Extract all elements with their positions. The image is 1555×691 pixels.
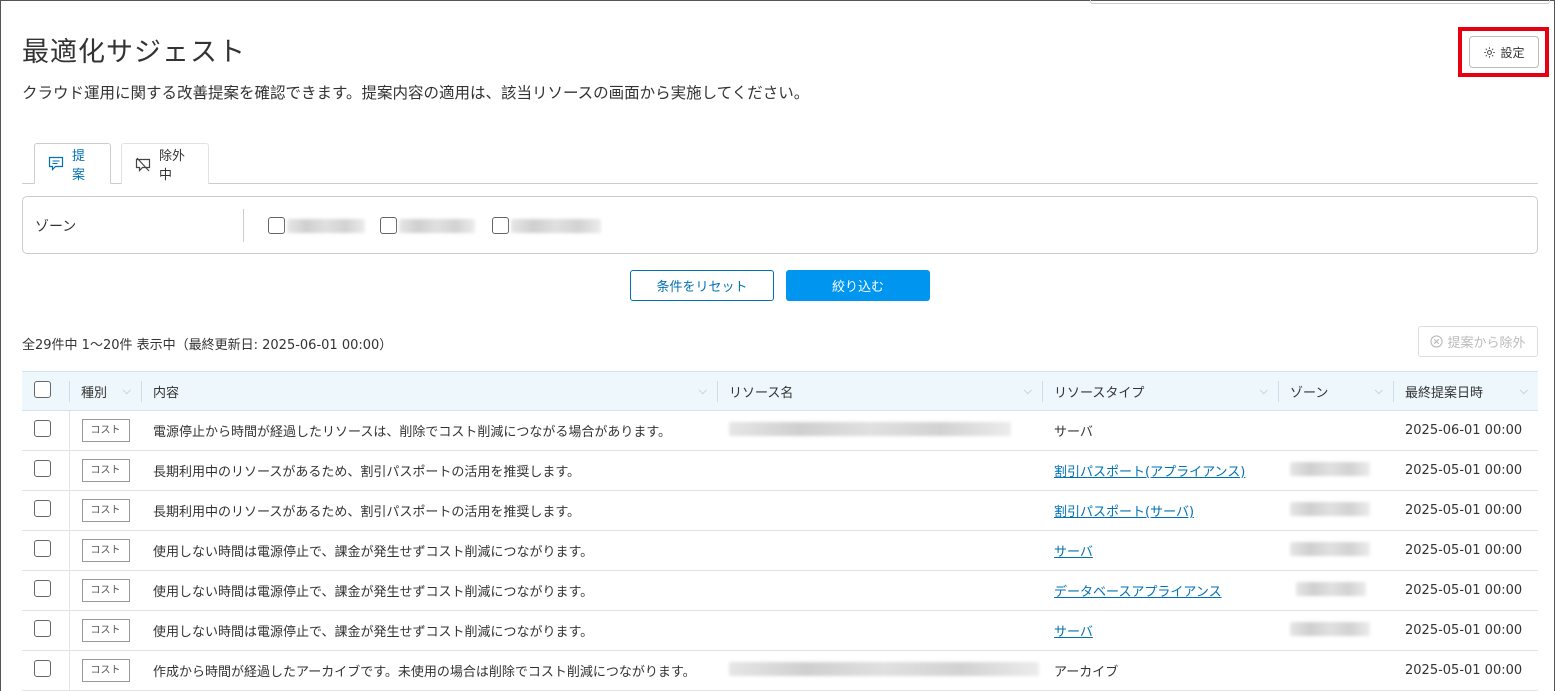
content-cell: 使用しない時間は電源停止で、課金が発生せずコスト削減につながります。 bbox=[153, 545, 594, 560]
redacted-zone-name bbox=[511, 218, 601, 233]
page-description: クラウド運用に関する改善提案を確認できます。提案内容の適用は、該当リソースの画面… bbox=[22, 84, 810, 102]
settings-label: 設定 bbox=[1500, 45, 1525, 60]
row-checkbox[interactable] bbox=[34, 540, 51, 557]
suggestions-table: 種別 ⌵ 内容 ⌵ リソース名 ⌵ リソースタイプ ⌵ ゾーン ⌵ 最終提案日時 ⌵ コスト… bbox=[22, 371, 1538, 691]
column-header-content[interactable]: 内容 ⌵ bbox=[141, 371, 717, 411]
filter-divider bbox=[243, 209, 244, 242]
redacted-zone bbox=[1290, 541, 1370, 556]
zone-option[interactable] bbox=[492, 217, 601, 234]
date-cell: 2025-05-01 00:00 bbox=[1405, 463, 1523, 478]
resource-type-link[interactable]: サーバ bbox=[1054, 625, 1093, 640]
redacted-zone bbox=[1290, 501, 1370, 516]
redacted-zone-name bbox=[399, 218, 475, 233]
row-checkbox[interactable] bbox=[34, 660, 51, 677]
chevron-down-icon: ⌵ bbox=[698, 384, 707, 397]
resource-type-cell: アーカイブ bbox=[1054, 665, 1119, 680]
date-cell: 2025-05-01 00:00 bbox=[1405, 623, 1523, 638]
resource-type-link[interactable]: データベースアプライアンス bbox=[1054, 585, 1222, 600]
type-badge: コスト bbox=[81, 499, 130, 522]
row-checkbox[interactable] bbox=[34, 620, 51, 637]
column-header-last-suggested[interactable]: 最終提案日時 ⌵ bbox=[1393, 371, 1538, 411]
chevron-down-icon: ⌵ bbox=[1023, 384, 1032, 397]
type-badge: コスト bbox=[81, 459, 130, 482]
top-panel-edge bbox=[1090, 0, 1550, 4]
table-row[interactable]: コスト 長期利用中のリソースがあるため、割引パスポートの活用を推奨します。 割引… bbox=[22, 450, 1538, 491]
table-row[interactable]: コスト 電源停止から時間が経過したリソースは、削除でコスト削減につながる場合があ… bbox=[22, 410, 1538, 451]
table-row[interactable]: コスト 使用しない時間は電源停止で、課金が発生せずコスト削減につながります。 サ… bbox=[22, 530, 1538, 571]
row-checkbox[interactable] bbox=[34, 500, 51, 517]
table-row[interactable]: コスト 使用しない時間は電源停止で、課金が発生せずコスト削減につながります。 サ… bbox=[22, 610, 1538, 651]
redacted-zone bbox=[1290, 461, 1370, 476]
type-badge: コスト bbox=[81, 539, 130, 562]
zone-checkbox[interactable] bbox=[380, 217, 397, 234]
exclude-from-suggestions-button[interactable]: 提案から除外 bbox=[1418, 326, 1538, 357]
zone-option[interactable] bbox=[268, 217, 365, 234]
result-count: 全29件中 1～20件 表示中（最終更新日: 2025-06-01 00:00） bbox=[22, 338, 393, 353]
redacted-resource-name bbox=[729, 421, 1011, 436]
table-row[interactable]: コスト 使用しない時間は電源停止で、課金が発生せずコスト削減につながります。 デ… bbox=[22, 570, 1538, 611]
content-cell: 使用しない時間は電源停止で、課金が発生せずコスト削減につながります。 bbox=[153, 585, 594, 600]
type-badge: コスト bbox=[81, 659, 130, 682]
chevron-down-icon: ⌵ bbox=[1259, 384, 1268, 397]
date-cell: 2025-06-01 00:00 bbox=[1405, 423, 1523, 438]
reset-filter-button[interactable]: 条件をリセット bbox=[630, 270, 774, 301]
chevron-down-icon: ⌵ bbox=[1374, 384, 1383, 397]
table-header-row: 種別 ⌵ 内容 ⌵ リソース名 ⌵ リソースタイプ ⌵ ゾーン ⌵ 最終提案日時 ⌵ bbox=[22, 371, 1538, 411]
resource-type-cell: サーバ bbox=[1054, 425, 1093, 440]
column-header-resource-type[interactable]: リソースタイプ ⌵ bbox=[1042, 371, 1278, 411]
content-cell: 長期利用中のリソースがあるため、割引パスポートの活用を推奨します。 bbox=[153, 465, 581, 480]
content-cell: 電源停止から時間が経過したリソースは、削除でコスト削減につながる場合があります。 bbox=[153, 425, 672, 440]
chevron-down-icon: ⌵ bbox=[122, 384, 131, 397]
select-all-cell bbox=[22, 371, 69, 411]
table-row[interactable]: コスト 作成から時間が経過したアーカイブです。未使用の場合は削除でコスト削減につ… bbox=[22, 650, 1538, 691]
zone-filter-label: ゾーン bbox=[35, 219, 77, 235]
tab-excluded-label: 除外中 bbox=[159, 149, 186, 183]
page-title: 最適化サジェスト bbox=[22, 37, 246, 68]
resource-type-link[interactable]: 割引パスポート(サーバ) bbox=[1054, 505, 1194, 520]
comment-icon bbox=[48, 156, 64, 171]
resource-type-link[interactable]: サーバ bbox=[1054, 545, 1093, 560]
type-badge: コスト bbox=[81, 419, 130, 442]
redacted-zone bbox=[1290, 621, 1370, 636]
date-cell: 2025-05-01 00:00 bbox=[1405, 583, 1523, 598]
content-cell: 長期利用中のリソースがあるため、割引パスポートの活用を推奨します。 bbox=[153, 505, 581, 520]
row-checkbox[interactable] bbox=[34, 420, 51, 437]
date-cell: 2025-05-01 00:00 bbox=[1405, 503, 1523, 518]
select-all-checkbox[interactable] bbox=[34, 380, 51, 398]
chevron-down-icon: ⌵ bbox=[1519, 384, 1528, 397]
resource-type-link[interactable]: 割引パスポート(アプライアンス) bbox=[1054, 465, 1245, 480]
row-checkbox[interactable] bbox=[34, 580, 51, 597]
redacted-resource-name bbox=[729, 661, 1039, 676]
zone-filter-panel: ゾーン bbox=[22, 196, 1538, 254]
table-row[interactable]: コスト 長期利用中のリソースがあるため、割引パスポートの活用を推奨します。 割引… bbox=[22, 490, 1538, 531]
tab-bar: 提案 除外中 bbox=[22, 143, 1538, 184]
type-badge: コスト bbox=[81, 579, 130, 602]
apply-filter-button[interactable]: 絞り込む bbox=[786, 270, 930, 301]
date-cell: 2025-05-01 00:00 bbox=[1405, 663, 1523, 678]
tab-suggestions[interactable]: 提案 bbox=[34, 143, 111, 184]
zone-checkbox[interactable] bbox=[492, 217, 509, 234]
column-header-zone[interactable]: ゾーン ⌵ bbox=[1278, 371, 1393, 411]
column-header-resource-name[interactable]: リソース名 ⌵ bbox=[717, 371, 1042, 411]
tab-suggestions-label: 提案 bbox=[72, 148, 86, 183]
redacted-zone bbox=[1296, 581, 1366, 596]
type-badge: コスト bbox=[81, 619, 130, 642]
content-cell: 使用しない時間は電源停止で、課金が発生せずコスト削減につながります。 bbox=[153, 625, 594, 640]
redacted-zone-name bbox=[287, 218, 365, 233]
exclude-label: 提案から除外 bbox=[1447, 335, 1526, 350]
gear-icon bbox=[1483, 46, 1496, 59]
date-cell: 2025-05-01 00:00 bbox=[1405, 543, 1523, 558]
eye-off-icon bbox=[135, 157, 151, 172]
row-checkbox[interactable] bbox=[34, 460, 51, 477]
settings-button[interactable]: 設定 bbox=[1469, 36, 1539, 68]
zone-checkbox[interactable] bbox=[268, 217, 285, 234]
content-cell: 作成から時間が経過したアーカイブです。未使用の場合は削除でコスト削減につながりま… bbox=[153, 665, 696, 680]
tab-excluded[interactable]: 除外中 bbox=[121, 143, 209, 184]
close-circle-icon bbox=[1430, 335, 1444, 348]
zone-option[interactable] bbox=[380, 217, 475, 234]
column-header-type[interactable]: 種別 ⌵ bbox=[69, 371, 141, 411]
